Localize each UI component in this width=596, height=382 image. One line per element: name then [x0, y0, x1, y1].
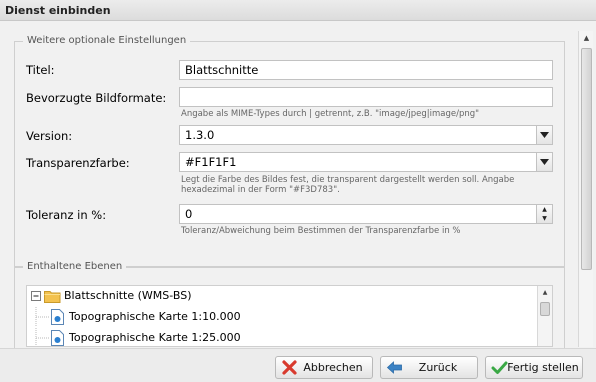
- content-scrollbar[interactable]: ▲: [578, 31, 593, 347]
- transparency-value: #F1F1F1: [185, 155, 237, 169]
- file-icon: [51, 309, 64, 325]
- cancel-button[interactable]: Abbrechen: [275, 356, 373, 379]
- formats-hint: Angabe als MIME-Types durch | getrennt, …: [181, 109, 480, 119]
- transparency-hint-line2: hexadezimal in der Form "#F3D783".: [181, 185, 340, 195]
- scroll-thumb[interactable]: [540, 302, 550, 316]
- dialog-content: Weitere optionale Einstellungen Titel: B…: [0, 21, 596, 348]
- title-input[interactable]: Blattschnitte: [179, 60, 553, 80]
- layers-tree[interactable]: Blattschnitte (WMS-BS) Topographische Ka…: [26, 285, 553, 347]
- back-button[interactable]: Zurück: [380, 356, 478, 379]
- tolerance-spinner[interactable]: 0 ▲ ▼: [179, 204, 553, 224]
- chevron-down-icon: [540, 159, 549, 165]
- optional-settings-legend: Weitere optionale Einstellungen: [23, 34, 191, 48]
- tree-node-label: Topographische Karte 1:25.000: [69, 331, 241, 344]
- add-service-dialog: Dienst einbinden Weitere optionale Einst…: [0, 0, 596, 382]
- tree-scrollbar[interactable]: ▲: [537, 286, 552, 346]
- dialog-title: Dienst einbinden: [0, 0, 596, 21]
- version-label: Version:: [26, 129, 73, 143]
- spin-up-icon[interactable]: ▲: [537, 205, 552, 214]
- collapse-icon[interactable]: [31, 291, 42, 302]
- tree-node-label: Blattschnitte (WMS-BS): [64, 289, 192, 302]
- back-label: Zurück: [418, 361, 458, 374]
- tree-node-label: Topographische Karte 1:10.000: [69, 310, 241, 323]
- transparency-select[interactable]: #F1F1F1: [179, 152, 553, 172]
- file-icon: [51, 330, 64, 346]
- dialog-footer: Abbrechen Zurück Fertig stellen: [0, 348, 596, 382]
- chevron-down-icon: [540, 132, 549, 138]
- finish-label: Fertig stellen: [507, 361, 579, 374]
- tolerance-hint: Toleranz/Abweichung beim Bestimmen der T…: [181, 226, 461, 236]
- title-label: Titel:: [26, 63, 55, 77]
- formats-input[interactable]: [179, 87, 553, 107]
- folder-icon: [44, 291, 61, 303]
- scroll-thumb[interactable]: [581, 48, 592, 270]
- finish-button[interactable]: Fertig stellen: [485, 356, 583, 379]
- version-select[interactable]: 1.3.0: [179, 125, 553, 145]
- spin-down-icon[interactable]: ▼: [537, 214, 552, 223]
- transparency-dropdown-button[interactable]: [536, 152, 553, 172]
- layers-legend: Enthaltene Ebenen: [23, 260, 127, 274]
- scroll-up-icon[interactable]: ▲: [579, 31, 594, 45]
- formats-label: Bevorzugte Bildformate:: [26, 91, 167, 105]
- version-value: 1.3.0: [185, 128, 215, 142]
- scroll-up-icon[interactable]: ▲: [538, 286, 552, 299]
- tolerance-label: Toleranz in %:: [26, 208, 107, 222]
- tolerance-value: 0: [185, 207, 193, 221]
- cancel-label: Abbrechen: [303, 361, 363, 374]
- tolerance-spin-buttons[interactable]: ▲ ▼: [536, 204, 553, 224]
- version-dropdown-button[interactable]: [536, 125, 553, 145]
- transparency-label: Transparenzfarbe:: [26, 156, 130, 170]
